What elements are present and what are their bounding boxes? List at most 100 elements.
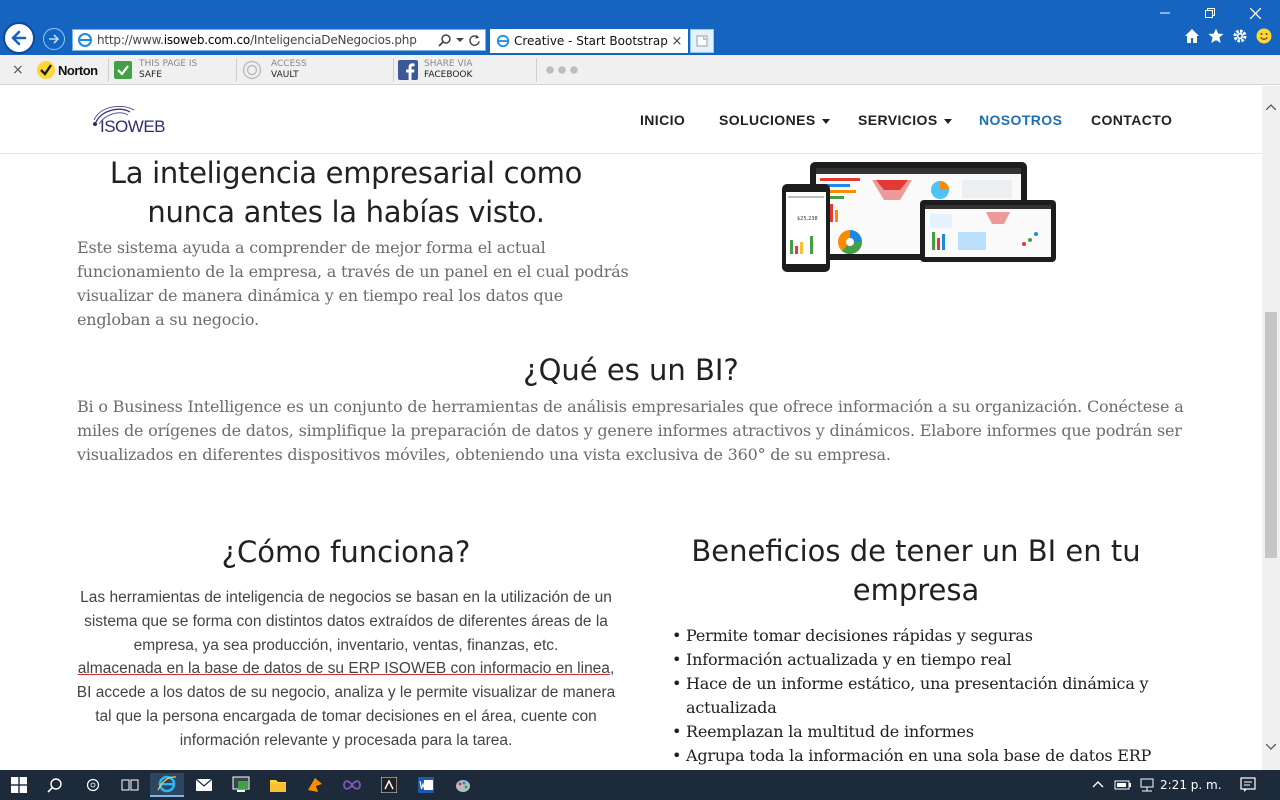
shield-check-icon [114,61,132,79]
search-icon [47,778,62,793]
page-scrollbar[interactable] [1262,86,1280,770]
norton-safe-status[interactable]: THIS PAGE IS SAFE [114,55,197,85]
task-view-button[interactable] [113,773,147,797]
list-item: Información actualizada y en tiempo real [672,648,1166,672]
new-tab-icon [696,35,708,47]
taskbar-clock[interactable]: 2:21 p. m. [1160,778,1222,792]
home-icon[interactable] [1184,28,1200,44]
safe-status-top: THIS PAGE IS [139,59,198,69]
tab-close-icon[interactable]: × [670,34,684,49]
mail-icon [195,778,213,791]
norton-check-icon [37,61,55,79]
taskbar-app-paint[interactable] [446,773,480,797]
smiley-icon[interactable] [1256,28,1272,44]
facebook-bottom: FACEBOOK [424,70,473,80]
taskbar-app-bird[interactable] [298,773,332,797]
caret-down-icon [821,118,830,124]
paint-icon [456,780,470,792]
nav-soluciones[interactable]: SOLUCIONES [719,112,830,128]
notification-icon[interactable] [1240,777,1256,793]
norton-vault[interactable]: ACCESS VAULT [242,55,307,85]
url-text[interactable]: http://www.isoweb.com.co/InteligenciaDeN… [97,33,438,47]
facebook-top: SHARE VIA [424,59,473,69]
nav-inicio[interactable]: INICIO [640,112,685,128]
battery-icon[interactable] [1114,778,1132,792]
como-text-part-1: Las herramientas de inteligencia de nego… [80,589,612,654]
beneficios-title: Beneficios de tener un BI en tu empresa [691,534,1141,607]
logo-text: ISOWEB [100,117,166,136]
remote-desktop-icon [232,776,250,792]
scroll-down-icon[interactable] [1262,738,1280,756]
minimize-button[interactable] [1150,4,1180,22]
norton-logo[interactable]: Norton [36,55,98,85]
url-path: /InteligenciaDeNegocios.php [250,33,417,47]
taskbar-remote-desktop[interactable] [224,773,258,797]
network-icon[interactable] [1138,778,1156,792]
browser-titlebar: http://www.isoweb.com.co/InteligenciaDeN… [0,0,1280,55]
windows-taskbar: 2:21 p. m. [0,770,1280,800]
infinity-icon [343,780,361,790]
url-prefix: http://www. [97,33,164,47]
minimize-icon [1160,12,1170,14]
tab-creative[interactable]: Creative - Start Bootstrap T... × [490,29,688,53]
start-button[interactable] [2,773,36,797]
close-window-button[interactable] [1240,4,1270,22]
word-icon [418,777,434,793]
taskbar-file-explorer[interactable] [261,773,295,797]
nav-contacto[interactable]: CONTACTO [1091,112,1172,128]
address-bar[interactable]: http://www.isoweb.com.co/InteligenciaDeN… [72,29,486,51]
caret-down-icon [943,118,952,124]
hero-text: Este sistema ayuda a comprender de mejor… [77,238,629,329]
restore-button[interactable] [1195,4,1225,22]
arrow-left-icon [11,30,27,46]
norton-more-button[interactable] [545,55,579,85]
isoweb-logo[interactable]: ISOWEB [90,104,180,138]
como-funciona-text: Las herramientas de inteligencia de nego… [76,586,616,753]
norton-share-facebook[interactable]: SHARE VIA FACEBOOK [398,55,472,85]
cortana-button[interactable] [76,773,110,797]
list-item: Permite tomar decisiones rápidas y segur… [672,624,1166,648]
internet-explorer-icon [157,775,177,793]
close-icon: × [12,62,24,78]
site-navbar: ISOWEB INICIO SOLUCIONES SERVICIOS NOSOT… [0,86,1262,154]
list-item: Reemplazan la multitud de informes [672,720,1166,744]
scroll-thumb[interactable] [1265,312,1277,558]
url-domain: isoweb.com.co [163,33,251,47]
como-funciona-title: ¿Cómo funciona? [221,535,471,569]
scroll-up-icon[interactable] [1262,98,1280,116]
bi-section-title: ¿Qué es un BI? [523,353,739,387]
search-icon[interactable] [438,33,452,47]
taskbar-app-editor[interactable] [372,773,406,797]
chevron-down-icon[interactable] [456,36,464,44]
star-icon[interactable] [1208,28,1224,44]
task-view-icon [121,779,139,791]
facebook-icon [398,60,418,80]
forward-button[interactable] [43,28,65,50]
list-item: Agrupa toda la información en una sola b… [672,744,1166,770]
vault-top: ACCESS [271,59,307,69]
taskbar-mail[interactable] [187,773,221,797]
more-dots-icon [546,66,578,74]
norton-close-button[interactable]: × [12,55,24,85]
taskbar-app-infinity[interactable] [335,773,369,797]
arrow-right-icon [49,34,60,44]
bi-section-text: Bi o Business Intelligence es un conjunt… [77,397,1184,464]
chevron-up-icon[interactable] [1092,780,1104,788]
norton-brand: Norton [58,62,98,78]
nav-nosotros[interactable]: NOSOTROS [979,112,1062,128]
refresh-icon[interactable] [468,34,481,47]
nav-servicios[interactable]: SERVICIOS [858,112,952,128]
nav-servicios-label: SERVICIOS [858,112,938,128]
tab-title: Creative - Start Bootstrap T... [514,34,670,48]
folder-icon [270,780,286,792]
gear-icon[interactable] [1232,28,1248,44]
restore-icon [1205,8,1215,18]
taskbar-word[interactable] [409,773,443,797]
new-tab-button[interactable] [690,29,714,53]
back-button[interactable] [3,22,35,54]
vault-icon [242,60,262,80]
web-page: ISOWEB INICIO SOLUCIONES SERVICIOS NOSOT… [0,86,1262,770]
list-item: Hace de un informe estático, una present… [672,672,1166,720]
taskbar-ie[interactable] [150,773,184,797]
taskbar-search-button[interactable] [38,773,72,797]
